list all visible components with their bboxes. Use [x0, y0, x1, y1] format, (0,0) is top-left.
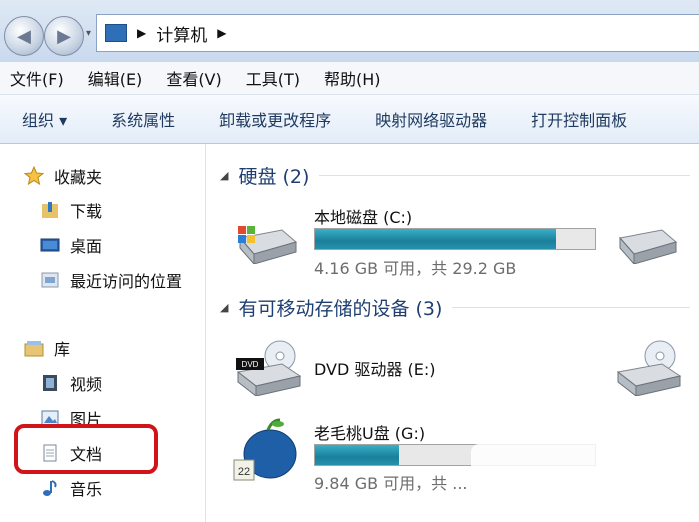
video-library-icon: [40, 373, 60, 393]
group-header-removable[interactable]: ◢ 有可移动存储的设备 (3): [220, 294, 690, 321]
open-control-panel-button[interactable]: 打开控制面板: [531, 107, 627, 131]
back-button[interactable]: ◀: [4, 16, 44, 56]
breadcrumb-arrow-icon[interactable]: ▶: [217, 26, 226, 40]
address-bar-area: ◀ ▶ ▾ ▶ 计算机 ▶: [0, 0, 699, 62]
menu-edit[interactable]: 编辑(E): [88, 66, 143, 90]
dvd-badge: DVD: [242, 360, 259, 369]
dvd-drive-icon[interactable]: DVD: [234, 340, 304, 396]
collapse-triangle-icon[interactable]: ◢: [220, 169, 228, 182]
group-header-hard-disks[interactable]: ◢ 硬盘 (2): [220, 162, 690, 189]
group-title: 有可移动存储的设备 (3): [238, 298, 443, 320]
sidebar-item-desktop[interactable]: 桌面: [40, 233, 102, 257]
drive-g-space-info: 9.84 GB 可用，共 ...: [314, 474, 468, 493]
menu-view[interactable]: 查看(V): [166, 66, 221, 90]
organize-button[interactable]: 组织 ▾: [22, 107, 67, 131]
dvd-drive-icon[interactable]: [614, 340, 684, 396]
group-divider: [319, 175, 690, 176]
menu-help[interactable]: 帮助(H): [324, 66, 381, 90]
downloads-folder-icon: [40, 200, 60, 220]
content-pane: ◢ 硬盘 (2) 本地磁盘 (C:) 4.16 GB 可用，共 29.2 GB …: [206, 144, 699, 522]
breadcrumb-computer[interactable]: 计算机: [156, 21, 207, 46]
drive-g-name[interactable]: 老毛桃U盘 (G:): [314, 420, 425, 444]
sidebar-item-label: 收藏夹: [54, 168, 103, 187]
drive-c-usage-fill: [315, 229, 556, 249]
computer-icon: [105, 24, 127, 42]
sidebar-item-downloads[interactable]: 下载: [40, 198, 102, 222]
forward-button[interactable]: ▶: [44, 16, 84, 56]
desktop-icon: [40, 235, 60, 255]
svg-text:22: 22: [238, 466, 250, 478]
uninstall-program-button[interactable]: 卸载或更改程序: [219, 107, 331, 131]
breadcrumb-arrow-icon[interactable]: ▶: [137, 26, 146, 40]
sidebar-item-label: 桌面: [70, 237, 103, 256]
menu-bar: 文件(F) 编辑(E) 查看(V) 工具(T) 帮助(H): [0, 62, 699, 95]
music-note-icon: [40, 478, 60, 498]
drive-c-name[interactable]: 本地磁盘 (C:): [314, 204, 412, 228]
command-bar: 组织 ▾ 系统属性 卸载或更改程序 映射网络驱动器 打开控制面板: [0, 95, 699, 144]
windows-hard-drive-icon[interactable]: [234, 224, 300, 264]
history-dropdown-icon[interactable]: ▾: [86, 28, 91, 39]
sidebar-item-label: 库: [54, 340, 71, 359]
menu-tools[interactable]: 工具(T): [246, 66, 300, 90]
hard-drive-icon[interactable]: [614, 224, 680, 264]
sidebar-item-label: 音乐: [70, 480, 103, 499]
sidebar-item-label: 最近访问的位置: [70, 272, 183, 291]
address-input[interactable]: ▶ 计算机 ▶: [96, 14, 699, 52]
system-properties-button[interactable]: 系统属性: [111, 107, 175, 131]
drive-g-usage-fill: [315, 445, 399, 465]
sidebar-item-recent-places[interactable]: 最近访问的位置: [40, 268, 182, 292]
usb-peach-drive-icon[interactable]: 22: [232, 414, 304, 486]
back-arrow-icon: ◀: [17, 25, 31, 47]
drive-c-usage-bar: [314, 228, 596, 250]
drive-c-space-info: 4.16 GB 可用，共 29.2 GB: [314, 259, 517, 278]
sidebar-item-favorites[interactable]: 收藏夹: [24, 164, 102, 188]
sidebar-item-videos[interactable]: 视频: [40, 371, 102, 395]
collapse-triangle-icon[interactable]: ◢: [220, 301, 228, 314]
menu-file[interactable]: 文件(F): [10, 66, 64, 90]
drive-e-name[interactable]: DVD 驱动器 (E:): [314, 356, 435, 380]
group-title: 硬盘 (2): [238, 166, 310, 188]
forward-arrow-icon: ▶: [57, 25, 71, 47]
library-icon: [24, 338, 44, 358]
sidebar-item-label: 下载: [70, 202, 103, 221]
sidebar-item-libraries[interactable]: 库: [24, 336, 70, 360]
sidebar-item-music[interactable]: 音乐: [40, 476, 102, 500]
sidebar-item-label: 视频: [70, 375, 103, 394]
documents-highlight-annotation: [14, 424, 158, 474]
recent-places-icon: [40, 270, 60, 290]
star-icon: [24, 166, 44, 186]
map-network-drive-button[interactable]: 映射网络驱动器: [375, 107, 487, 131]
group-divider: [452, 307, 690, 308]
blurred-region: [471, 444, 691, 504]
